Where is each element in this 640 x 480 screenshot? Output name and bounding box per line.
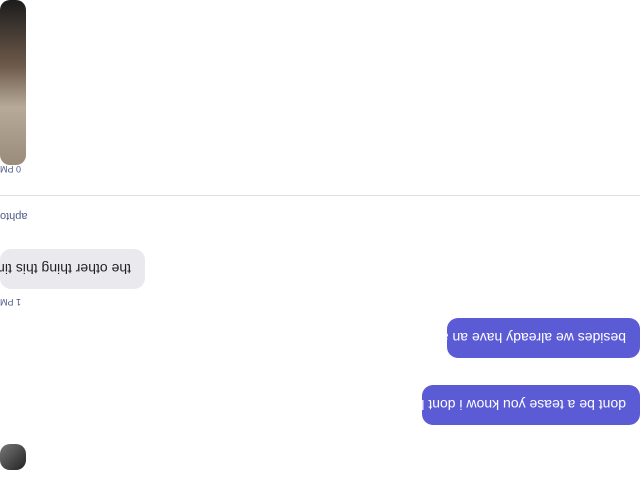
message-incoming-1[interactable]: the other thing this time	[0, 249, 145, 289]
message-text: dont be a tease you know i dont li	[418, 397, 626, 413]
message-outgoing-2[interactable]: besides we already have an agre	[421, 318, 640, 358]
photo-attachment[interactable]	[0, 444, 26, 470]
photo-attachment[interactable]	[0, 0, 26, 165]
section-divider	[0, 195, 640, 196]
message-outgoing-1[interactable]: dont be a tease you know i dont li	[418, 385, 640, 425]
chat-view: dont be a tease you know i dont li besid…	[0, 0, 640, 480]
photo-timestamp: 0 PM	[0, 164, 22, 174]
message-text: the other thing this time	[0, 261, 131, 277]
timestamp: 1 PM	[0, 297, 22, 307]
message-text: besides we already have an agre	[420, 330, 626, 346]
divider-label: aphto	[0, 210, 28, 222]
